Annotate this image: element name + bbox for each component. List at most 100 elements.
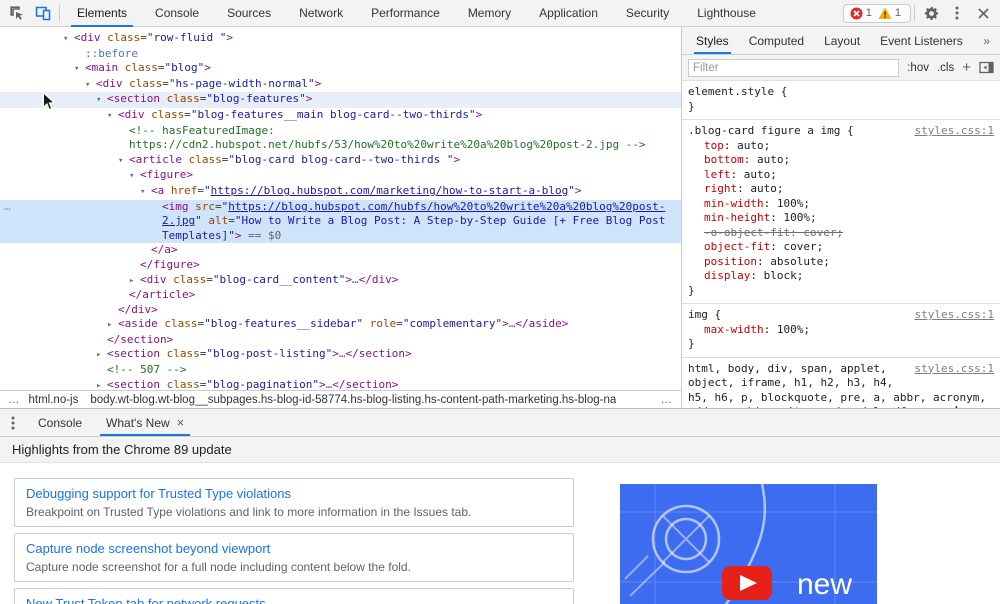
css-property[interactable]: min-height: 100%; — [688, 211, 994, 226]
css-property[interactable]: right: auto; — [688, 182, 994, 197]
dom-tree-row[interactable]: ▾<main class="blog"> — [0, 61, 681, 77]
style-rule: element.style {} — [682, 81, 1000, 120]
styles-tab-computed[interactable]: Computed — [739, 27, 814, 54]
styles-tab-event-listeners[interactable]: Event Listeners — [870, 27, 973, 54]
dom-tree-row[interactable]: ▸<aside class="blog-features__sidebar" r… — [0, 317, 681, 333]
dom-tree-row[interactable]: ▸<div class="blog-card__content">…</div> — [0, 273, 681, 289]
inspect-element-icon[interactable] — [4, 0, 30, 26]
styles-tab-styles[interactable]: Styles — [686, 27, 739, 54]
dom-tree-row[interactable]: …<img src="https://blog.hubspot.com/hubf… — [0, 200, 681, 244]
dom-tree-row[interactable]: <!-- 507 --> — [0, 363, 681, 378]
expand-arrow-closed-icon[interactable]: ▸ — [129, 274, 140, 289]
styles-filter-input[interactable] — [688, 59, 899, 77]
css-property[interactable]: -o-object-fit: cover; — [688, 226, 994, 241]
css-property[interactable]: bottom: auto; — [688, 153, 994, 168]
style-rule: styles.css:1html, body, div, span, apple… — [682, 358, 1000, 409]
whats-new-content: Debugging support for Trusted Type viola… — [0, 463, 1000, 604]
card-title-link[interactable]: New Trust Token tab for network requests — [26, 596, 562, 604]
tab-console[interactable]: Console — [141, 0, 213, 27]
expand-arrow-open-icon[interactable]: ▾ — [63, 32, 74, 47]
expand-arrow-open-icon[interactable]: ▾ — [85, 78, 96, 93]
dom-tree-row[interactable]: ▸<section class="blog-post-listing">…</s… — [0, 347, 681, 363]
tab-memory[interactable]: Memory — [454, 0, 525, 27]
tab-application[interactable]: Application — [525, 0, 612, 27]
expand-arrow-closed-icon[interactable]: ▸ — [96, 379, 107, 390]
expand-arrow-open-icon[interactable]: ▾ — [118, 154, 129, 169]
expand-arrow-open-icon[interactable]: ▾ — [107, 109, 118, 124]
tab-network[interactable]: Network — [285, 0, 357, 27]
css-property[interactable]: position: absolute; — [688, 255, 994, 270]
card-title-link[interactable]: Capture node screenshot beyond viewport — [26, 541, 562, 556]
expand-arrow-closed-icon[interactable]: ▸ — [107, 318, 118, 333]
css-property[interactable]: min-width: 100%; — [688, 197, 994, 212]
card-description: Capture node screenshot for a full node … — [26, 560, 562, 574]
breadcrumb-overflow-left[interactable]: … — [0, 394, 29, 406]
expand-arrow-open-icon[interactable]: ▾ — [129, 169, 140, 184]
css-property[interactable]: left: auto; — [688, 168, 994, 183]
breadcrumb-item[interactable]: html.no-js — [29, 394, 79, 406]
dom-tree-row[interactable]: </article> — [0, 288, 681, 303]
kebab-menu-icon[interactable] — [944, 0, 970, 26]
dom-tree-row[interactable]: https://cdn2.hubspot.net/hubfs/53/how%20… — [0, 138, 681, 153]
stylesheet-link[interactable]: styles.css:1 — [915, 308, 994, 323]
expand-arrow-open-icon[interactable]: ▾ — [74, 62, 85, 77]
dom-tree-row[interactable]: </a> — [0, 243, 681, 258]
pseudo-state-button[interactable]: :hov — [907, 62, 929, 74]
whats-new-header: Highlights from the Chrome 89 update — [0, 437, 1000, 463]
stylesheet-link[interactable]: styles.css:1 — [915, 362, 994, 377]
breadcrumb-overflow-right[interactable]: … — [653, 394, 682, 406]
dom-tree-row[interactable]: </figure> — [0, 258, 681, 273]
breadcrumb-item[interactable]: body.wt-blog.wt-blog__subpages.hs-blog-i… — [90, 394, 616, 406]
dom-tree-row[interactable]: ▾<article class="blog-card blog-card--tw… — [0, 153, 681, 169]
dom-tree-row[interactable]: ::before — [0, 47, 681, 62]
dom-tree-row[interactable]: <!-- hasFeaturedImage: — [0, 124, 681, 139]
close-devtools-icon[interactable] — [970, 0, 996, 26]
dom-tree-row[interactable]: </section> — [0, 333, 681, 348]
expand-arrow-open-icon[interactable]: ▾ — [140, 185, 151, 200]
dom-tree-row[interactable]: ▸<section class="blog-pagination">…</sec… — [0, 378, 681, 390]
dom-tree-row[interactable]: ▾<a href="https://blog.hubspot.com/marke… — [0, 184, 681, 200]
dom-tree-row[interactable]: ▾<div class="row-fluid "> — [0, 31, 681, 47]
error-count: 1 — [866, 7, 872, 19]
css-property[interactable]: display: block; — [688, 269, 994, 284]
card-title-link[interactable]: Debugging support for Trusted Type viola… — [26, 486, 562, 501]
tab-elements[interactable]: Elements — [63, 0, 141, 27]
style-rule: styles.css:1img {max-width: 100%;} — [682, 304, 1000, 358]
row-ellipsis-button[interactable]: … — [4, 200, 12, 215]
new-style-rule-button[interactable]: + — [962, 60, 971, 75]
breadcrumb-items: html.no-js body.wt-blog.wt-blog__subpages… — [29, 394, 653, 406]
tab-security[interactable]: Security — [612, 0, 683, 27]
stylesheet-link[interactable]: styles.css:1 — [915, 124, 994, 139]
warning-icon — [878, 7, 892, 20]
css-property[interactable]: object-fit: cover; — [688, 240, 994, 255]
dom-tree-row[interactable]: ▾<div class="hs-page-width-normal"> — [0, 77, 681, 93]
expand-arrow-open-icon[interactable]: ▾ — [96, 93, 107, 108]
settings-gear-icon[interactable] — [918, 0, 944, 26]
css-property[interactable]: top: auto; — [688, 139, 994, 154]
dom-tree-row[interactable]: ▾<div class="blog-features__main blog-ca… — [0, 108, 681, 124]
styles-tab-layout[interactable]: Layout — [814, 27, 870, 54]
device-toolbar-icon[interactable] — [30, 0, 56, 26]
drawer-kebab-menu-icon[interactable] — [0, 409, 26, 436]
tab-lighthouse[interactable]: Lighthouse — [683, 0, 770, 27]
close-tab-icon[interactable]: × — [177, 415, 185, 430]
css-property[interactable]: max-width: 100%; — [688, 323, 994, 338]
drawer-tab-what-s-new[interactable]: What's New× — [94, 409, 196, 436]
element-classes-button[interactable]: .cls — [937, 62, 954, 74]
dom-tree-row[interactable]: ▾<section class="blog-features"> — [0, 92, 681, 108]
more-tabs-icon[interactable]: » — [973, 27, 1000, 54]
expand-arrow-closed-icon[interactable]: ▸ — [96, 348, 107, 363]
promo-caption: new — [797, 568, 852, 601]
card-description: Breakpoint on Trusted Type violations an… — [26, 505, 562, 519]
tab-sources[interactable]: Sources — [213, 0, 285, 27]
issues-badge[interactable]: 1 1 — [843, 4, 911, 23]
drawer-tab-console[interactable]: Console — [26, 409, 94, 436]
whats-new-cards: Debugging support for Trusted Type viola… — [14, 478, 574, 604]
play-button-icon[interactable] — [722, 566, 772, 600]
dom-tree-row[interactable]: ▾<figure> — [0, 168, 681, 184]
sidebar-toggle-icon[interactable] — [979, 61, 994, 74]
dom-tree-row[interactable]: </div> — [0, 303, 681, 318]
whats-new-video-thumbnail[interactable]: new — [620, 484, 877, 604]
tab-performance[interactable]: Performance — [357, 0, 454, 27]
devtools-window: ElementsConsoleSourcesNetworkPerformance… — [0, 0, 1000, 604]
